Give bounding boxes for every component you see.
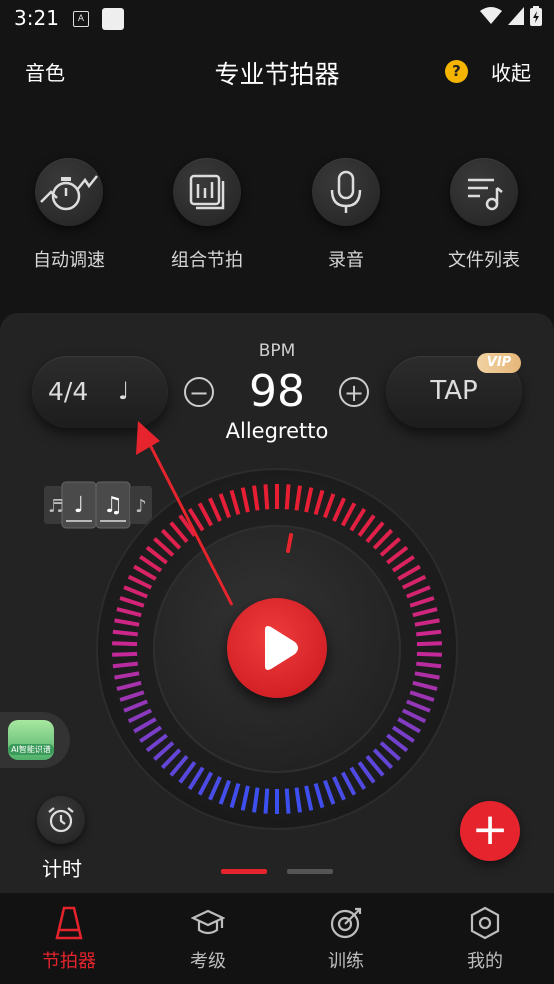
graduation-cap-icon <box>191 909 225 935</box>
page-indicator[interactable] <box>287 869 333 874</box>
notification-icon <box>102 8 124 30</box>
alarm-clock-icon <box>48 807 74 833</box>
wifi-icon <box>480 7 502 24</box>
record-label: 录音 <box>328 250 364 271</box>
timer-label: 计时 <box>42 857 82 881</box>
keyboard-status-icon: A <box>73 11 89 27</box>
svg-text:♩: ♩ <box>74 493 84 518</box>
microphone-icon <box>330 170 362 213</box>
combo-beat-button[interactable]: 组合节拍 <box>148 158 266 272</box>
help-icon[interactable]: ? <box>445 60 468 83</box>
dial-tick <box>112 661 138 669</box>
metronome-icon <box>55 906 83 940</box>
vip-badge: VIP <box>477 353 521 373</box>
increase-bpm-button[interactable]: + <box>339 377 369 407</box>
file-list-button[interactable]: 文件列表 <box>425 158 543 272</box>
dial-tick <box>416 651 442 657</box>
nav-metronome[interactable]: 节拍器 <box>0 905 138 973</box>
nav-profile-label: 我的 <box>467 951 503 972</box>
auto-tempo-icon <box>40 175 98 211</box>
nav-exam-label: 考级 <box>190 951 226 972</box>
collapse-button[interactable]: 收起 <box>491 57 531 86</box>
dial-tick <box>284 788 291 814</box>
auto-tempo-label: 自动调速 <box>33 250 105 271</box>
timer-button[interactable] <box>37 796 85 844</box>
svg-text:♬: ♬ <box>48 496 64 517</box>
profile-hexagon-icon <box>470 906 500 940</box>
page-indicator-active[interactable] <box>221 869 267 874</box>
nav-exam[interactable]: 考级 <box>139 905 277 973</box>
dial-tick <box>263 788 270 814</box>
dial-tick <box>263 484 270 510</box>
status-time: 3:21 <box>14 6 59 30</box>
dial-tick <box>112 641 138 647</box>
nav-metronome-label: 节拍器 <box>42 951 96 972</box>
dial-tick <box>112 651 138 657</box>
target-icon <box>330 907 362 939</box>
dial-tick <box>284 484 291 510</box>
dial-tick <box>416 661 442 669</box>
page-title: 专业节拍器 <box>214 60 340 89</box>
signal-icon <box>508 7 524 25</box>
battery-icon <box>530 6 542 26</box>
status-icons <box>480 6 542 26</box>
auto-tempo-button[interactable]: 自动调速 <box>10 158 128 272</box>
file-list-label: 文件列表 <box>448 250 520 271</box>
nav-training-label: 训练 <box>328 951 364 972</box>
nav-training[interactable]: 训练 <box>277 905 415 973</box>
dial-tick <box>112 629 138 637</box>
nav-profile[interactable]: 我的 <box>416 905 554 973</box>
ai-sheet-icon[interactable]: AI智能识谱 <box>8 720 54 760</box>
ai-sheet-label: AI智能识谱 <box>8 744 54 755</box>
dial-tick <box>416 629 442 637</box>
add-button[interactable]: + <box>460 801 520 861</box>
file-list-icon <box>468 178 503 211</box>
arrow-annotation <box>136 421 234 606</box>
combo-beat-icon <box>189 174 225 210</box>
combo-beat-label: 组合节拍 <box>171 250 243 271</box>
record-button[interactable]: 录音 <box>287 158 405 272</box>
tap-label: TAP <box>430 376 478 406</box>
dial-tick <box>416 641 442 647</box>
